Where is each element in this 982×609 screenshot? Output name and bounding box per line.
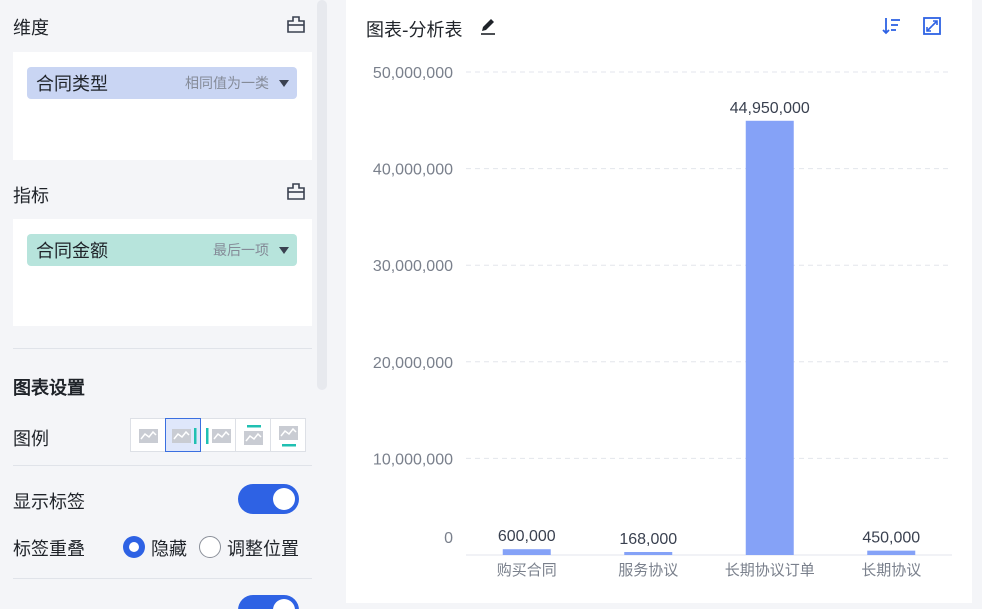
dimension-field-name: 合同类型 [36, 74, 108, 95]
y-tick-label: 10,000,000 [373, 451, 453, 468]
label-overlap-label: 标签重叠 [13, 539, 85, 560]
toggle-knob [273, 488, 295, 510]
legend-left-option[interactable] [200, 418, 236, 452]
divider [13, 348, 312, 349]
clear-field-icon[interactable] [286, 14, 306, 34]
legend-label: 图例 [13, 429, 49, 450]
measure-field-aggregation: 最后一项 [213, 243, 269, 259]
legend-position-options [130, 418, 306, 452]
bar [624, 552, 673, 555]
chart-settings-title: 图表设置 [13, 378, 85, 399]
show-labels-label: 显示标签 [13, 492, 85, 513]
fullscreen-icon[interactable] [922, 16, 942, 36]
legend-top-option[interactable] [235, 418, 271, 452]
x-tick-label: 服务协议 [618, 562, 678, 579]
show-labels-toggle[interactable] [238, 484, 299, 514]
legend-right-icon [172, 428, 197, 444]
overlap-hide-label[interactable]: 隐藏 [151, 535, 187, 561]
bar-chart: 0 10,000,000 20,000,000 30,000,000 40,000,00… [373, 65, 952, 579]
overlap-adjust-label[interactable]: 调整位置 [227, 535, 299, 561]
config-panel: 维度 合同类型 相同值为一类 指标 合同金额 最后一项 图表设置 图例 显示标签… [0, 0, 328, 609]
overlap-hide-radio[interactable] [123, 536, 145, 558]
legend-bottom-option[interactable] [270, 418, 306, 452]
measure-drop-zone[interactable]: 合同金额 最后一项 [13, 219, 312, 326]
legend-right-option[interactable] [165, 418, 201, 452]
clear-field-icon[interactable] [286, 181, 306, 201]
y-tick-label: 20,000,000 [373, 355, 453, 372]
dimension-field-aggregation: 相同值为一类 [185, 76, 269, 92]
legend-bottom-icon [279, 426, 298, 447]
bar [745, 120, 794, 556]
bar [867, 550, 916, 555]
y-tick-label: 50,000,000 [373, 65, 453, 82]
chevron-down-icon[interactable] [279, 79, 289, 87]
legend-none-icon [139, 429, 158, 443]
data-label: 450,000 [862, 530, 920, 547]
dimension-drop-zone[interactable]: 合同类型 相同值为一类 [13, 52, 312, 160]
sort-icon[interactable] [882, 16, 902, 36]
panel-scrollbar[interactable] [317, 0, 327, 390]
overlap-adjust-radio[interactable] [199, 536, 221, 558]
edit-title-icon[interactable] [478, 16, 498, 36]
legend-none-option[interactable] [130, 418, 166, 452]
chevron-down-icon[interactable] [279, 246, 289, 254]
bar [502, 549, 551, 555]
x-tick-label: 长期协议订单 [725, 562, 815, 579]
measure-field-name: 合同金额 [36, 241, 108, 262]
y-tick-label: 40,000,000 [373, 162, 453, 179]
measure-field-pill[interactable]: 合同金额 最后一项 [27, 234, 297, 266]
chart-title: 图表-分析表 [366, 20, 463, 41]
y-tick-label: 0 [444, 530, 453, 547]
legend-top-icon [244, 425, 263, 445]
y-tick-label: 30,000,000 [373, 258, 453, 275]
x-tick-label: 购买合同 [497, 562, 557, 579]
data-label: 600,000 [498, 528, 556, 545]
legend-left-icon [206, 428, 231, 444]
x-tick-label: 长期协议 [861, 562, 921, 579]
divider [13, 465, 312, 466]
toggle-knob [273, 599, 295, 609]
data-label: 44,950,000 [730, 100, 810, 117]
measure-title: 指标 [13, 186, 49, 207]
dimension-title: 维度 [13, 18, 49, 39]
dimension-field-pill[interactable]: 合同类型 相同值为一类 [27, 67, 297, 99]
next-setting-toggle[interactable] [238, 595, 299, 609]
chart-panel: 0 10,000,000 20,000,000 30,000,000 40,000,00… [346, 0, 972, 603]
data-label: 168,000 [619, 531, 677, 548]
divider [13, 578, 312, 579]
